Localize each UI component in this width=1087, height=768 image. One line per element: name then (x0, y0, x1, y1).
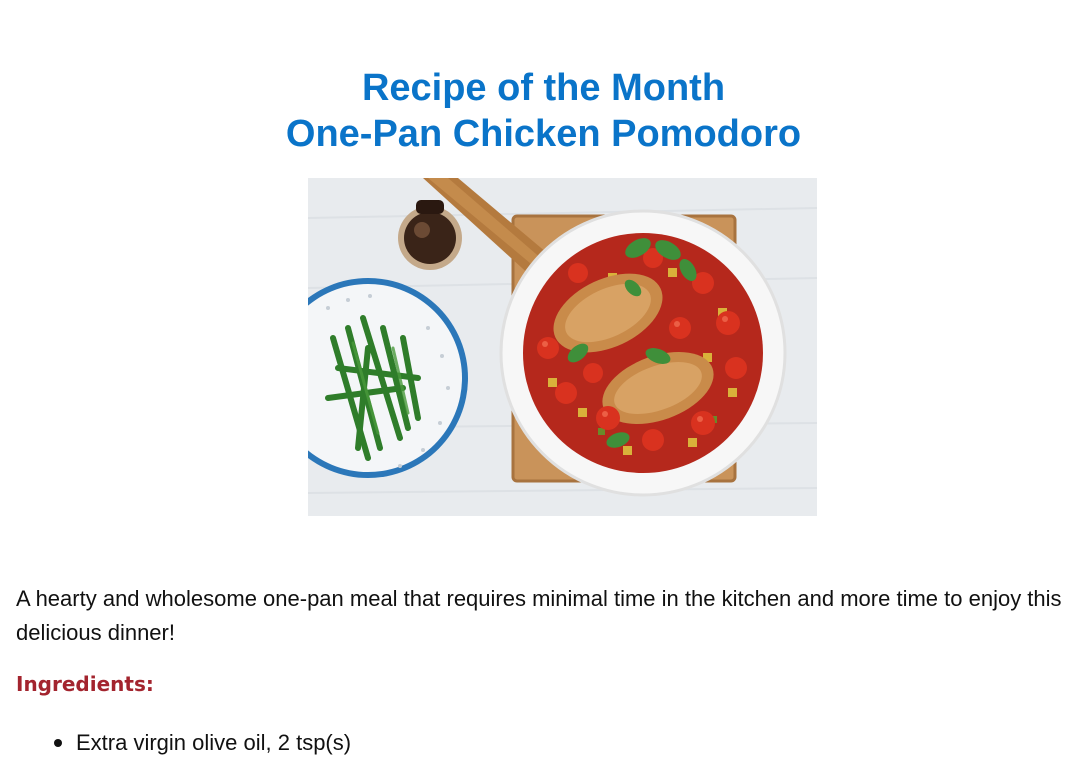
bullet-icon (54, 739, 62, 747)
ingredients-heading: Ingredients: (16, 672, 154, 696)
recipe-page: Recipe of the Month One-Pan Chicken Pomo… (0, 0, 1087, 768)
recipe-intro: A hearty and wholesome one-pan meal that… (16, 586, 1062, 645)
page-title: Recipe of the Month One-Pan Chicken Pomo… (0, 65, 1087, 157)
skillet (499, 209, 787, 497)
ingredient-text: Extra virgin olive oil, 2 tsp(s) (76, 730, 352, 755)
recipe-photo (308, 178, 817, 516)
title-line-2: One-Pan Chicken Pomodoro (285, 113, 802, 156)
ingredients-list: Extra virgin olive oil, 2 tsp(s) (48, 728, 351, 758)
ingredient-item: Extra virgin olive oil, 2 tsp(s) (48, 728, 351, 758)
title-line-1: Recipe of the Month (361, 67, 726, 110)
